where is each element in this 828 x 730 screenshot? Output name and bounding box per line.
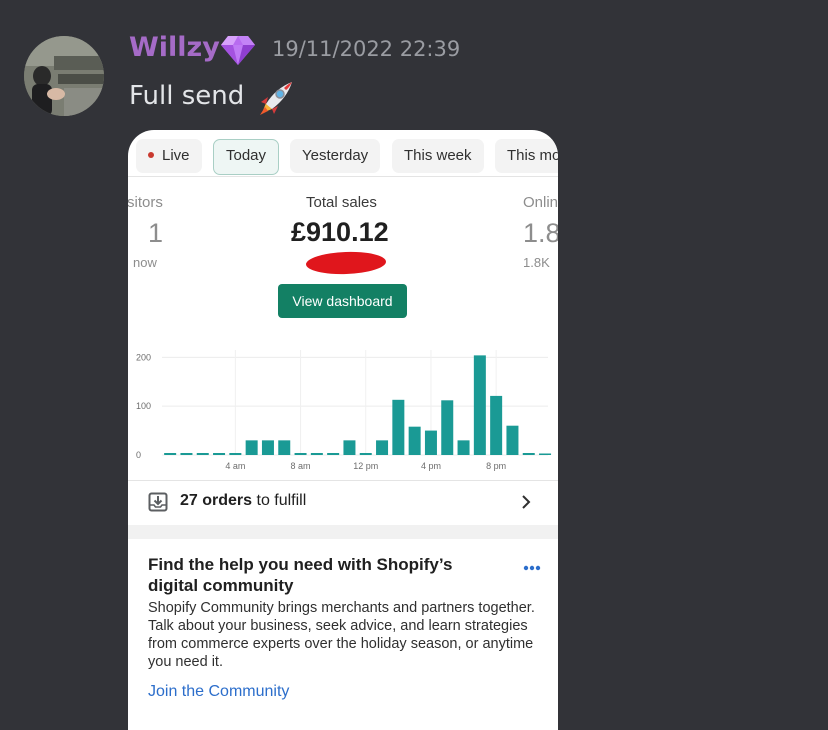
bar-hour-7 [278,440,291,455]
x-tick-label: 4 pm [421,461,441,471]
bar-hour-2 [196,453,209,455]
bar-hour-8 [294,453,307,455]
bar-hour-13 [376,440,389,455]
tab-live[interactable]: Live [136,139,202,173]
bar-hour-0 [164,453,177,455]
view-dashboard-button[interactable]: View dashboard [278,284,407,318]
tab-this-week[interactable]: This week [392,139,484,173]
tab-yesterday[interactable]: Yesterday [290,139,381,173]
bar-hour-16 [424,430,437,455]
tab-this-week-label: This week [404,147,472,164]
orders-to-fulfill-row[interactable]: 27 orders to fulfill [128,482,558,524]
y-tick-label: 0 [136,450,141,460]
more-options-icon[interactable] [523,558,541,576]
inbox-download-icon [148,492,168,517]
user-avatar[interactable] [24,36,104,116]
x-tick-label: 12 pm [353,461,378,471]
x-tick-label: 4 am [225,461,245,471]
bar-hour-15 [408,426,421,455]
message-timestamp: 19/11/2022 22:39 [272,37,461,61]
online-sub: 1.8K [523,255,550,270]
community-card-body: Shopify Community brings merchants and p… [148,600,535,670]
tab-today-label: Today [226,147,267,164]
tab-live-label: Live [162,147,190,164]
tab-today[interactable]: Today [213,139,280,175]
bar-hour-6 [261,440,274,455]
y-tick-label: 100 [136,401,151,411]
tab-this-month[interactable]: This mo [495,139,558,173]
bar-hour-4 [229,453,242,455]
username[interactable]: Willzy [129,32,220,63]
bar-hour-20 [490,395,503,455]
total-sales-label: Total sales [306,194,377,211]
rocket-emoji-icon [256,80,296,120]
bar-hour-9 [310,453,323,455]
orders-suffix: to fulfill [252,492,307,509]
x-tick-label: 8 pm [486,461,506,471]
chevron-right-icon [520,494,532,515]
message-text: Full send [129,81,245,111]
bar-hour-3 [213,453,226,455]
y-tick-label: 200 [136,352,151,362]
bar-hour-17 [441,400,454,455]
bar-hour-14 [392,399,405,455]
tab-this-month-label: This mo [507,147,558,164]
bar-hour-10 [327,453,340,455]
visitors-sub: now [133,255,157,270]
online-label: Onlin [523,194,558,211]
bar-hour-1 [180,453,193,455]
section-spacer [128,525,558,539]
community-card-title: Find the help you need with Shopify’s di… [148,555,453,595]
bar-hour-12 [359,453,372,455]
date-range-tabs: Live Today Yesterday This week This mo [128,130,558,186]
tab-yesterday-label: Yesterday [302,147,369,164]
live-dot-icon [148,152,154,159]
bar-hour-5 [245,440,258,455]
redaction-mark [305,250,387,276]
bar-hour-22 [522,453,535,455]
bar-hour-21 [506,425,519,455]
bar-hour-11 [343,440,356,455]
x-tick-label: 8 am [291,461,311,471]
sales-bar-chart: 0 100 200 4 am 8 am 12 pm 4 pm 8 pm [136,350,552,471]
chart-divider [128,480,558,481]
join-community-link[interactable]: Join the Community [148,683,289,701]
tabs-divider [128,176,558,177]
total-sales-value: £910.12 [291,217,389,247]
bar-hour-23 [539,453,552,455]
orders-to-fulfill-text: 27 orders to fulfill [180,492,306,510]
shopify-screenshot[interactable]: Live Today Yesterday This week This mo s… [128,130,558,730]
bar-hour-18 [457,440,470,455]
online-value: 1.8 [523,218,558,248]
diamond-gem-icon [219,32,257,72]
visitors-label: sitors [128,194,163,211]
bar-hour-19 [473,355,486,455]
visitors-value: 1 [148,218,164,248]
orders-count: 27 orders [180,492,253,509]
